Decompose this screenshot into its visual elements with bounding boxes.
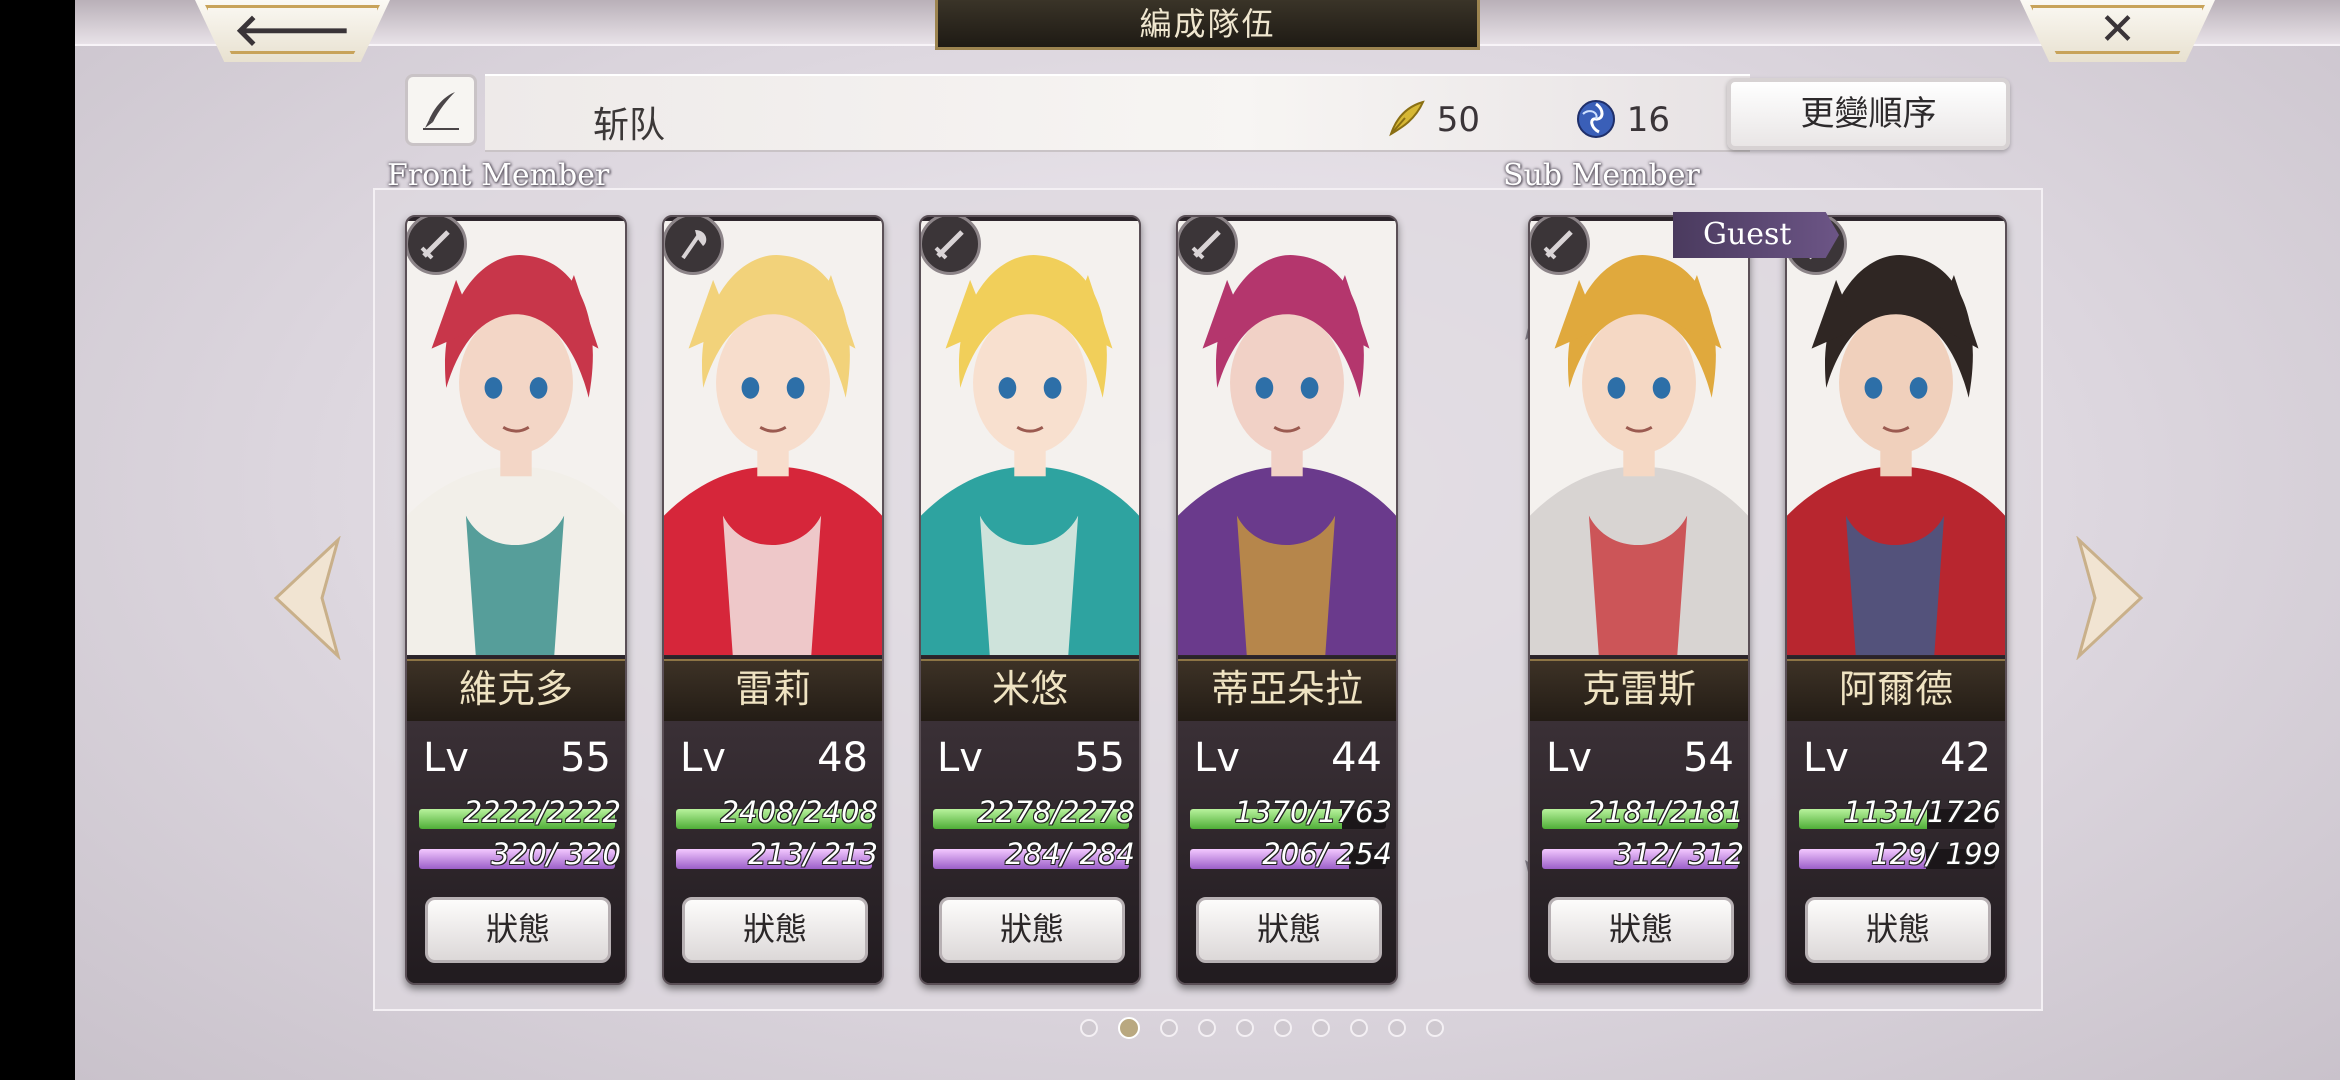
member-card[interactable]: 克雷斯 Lv 54 2181/2181 312/ 312 狀態	[1528, 215, 1750, 985]
member-stats: Lv 54 2181/2181 312/ 312 狀態	[1530, 721, 1748, 983]
level-value: 44	[1331, 735, 1382, 781]
level-value: 54	[1683, 735, 1734, 781]
hp-value: 2278/2278	[977, 795, 1135, 829]
feather-count: 50	[1436, 100, 1480, 140]
hp-value: 2408/2408	[720, 795, 878, 829]
level-label: Lv	[680, 735, 726, 781]
hp-value: 2222/2222	[463, 795, 621, 829]
level-label: Lv	[1546, 735, 1592, 781]
mp-value: 320/ 320	[491, 837, 621, 871]
status-button[interactable]: 狀態	[1548, 897, 1734, 963]
sword-icon	[1530, 217, 1590, 275]
member-name: 蒂亞朵拉	[1178, 659, 1396, 723]
member-stats: Lv 48 2408/2408 213/ 213 狀態	[664, 721, 882, 983]
status-button[interactable]: 狀態	[425, 897, 611, 963]
member-name: 維克多	[407, 659, 625, 723]
character-portrait	[1787, 220, 2005, 656]
page-dot[interactable]	[1274, 1019, 1292, 1037]
page-indicator	[1080, 1017, 1444, 1039]
level-label: Lv	[1194, 735, 1240, 781]
level-value: 55	[560, 735, 611, 781]
previous-page-arrow[interactable]	[272, 536, 342, 660]
member-stats: Lv 42 1131/1726 129/ 199 狀態	[1787, 721, 2005, 983]
member-name: 米悠	[921, 659, 1139, 723]
member-card[interactable]: 蒂亞朵拉 Lv 44 1370/1763 206/ 254 狀態	[1176, 215, 1398, 985]
member-name: 克雷斯	[1530, 659, 1748, 723]
status-button[interactable]: 狀態	[1805, 897, 1991, 963]
orb-count: 16	[1626, 100, 1670, 140]
level-label: Lv	[1803, 735, 1849, 781]
character-portrait	[1178, 220, 1396, 656]
level-label: Lv	[423, 735, 469, 781]
mp-value: 206/ 254	[1262, 837, 1392, 871]
mp-value: 129/ 199	[1871, 837, 2001, 871]
hp-value: 1370/1763	[1234, 795, 1392, 829]
status-button[interactable]: 狀態	[939, 897, 1125, 963]
quill-pen-icon	[423, 92, 459, 130]
page-dot[interactable]	[1236, 1019, 1254, 1037]
edit-party-name-button[interactable]	[405, 74, 477, 146]
next-page-arrow[interactable]	[2075, 536, 2145, 660]
status-button[interactable]: 狀態	[1196, 897, 1382, 963]
page-dot[interactable]	[1160, 1019, 1178, 1037]
mp-value: 213/ 213	[748, 837, 878, 871]
sword-icon	[407, 217, 467, 275]
page-dot[interactable]	[1350, 1019, 1368, 1037]
sword-icon	[921, 217, 981, 275]
mp-value: 284/ 284	[1005, 837, 1135, 871]
axe-icon	[664, 217, 724, 275]
change-order-button[interactable]: 更變順序	[1727, 78, 2010, 150]
mp-value: 312/ 312	[1614, 837, 1744, 871]
hp-value: 2181/2181	[1586, 795, 1744, 829]
level-label: Lv	[937, 735, 983, 781]
page-dot[interactable]	[1388, 1019, 1406, 1037]
page-dot-active[interactable]	[1118, 1017, 1140, 1039]
member-card[interactable]: 雷莉 Lv 48 2408/2408 213/ 213 狀態	[662, 215, 884, 985]
character-portrait	[1530, 220, 1748, 656]
party-name-bar: 斩队 50 16	[485, 74, 1750, 152]
hp-value: 1131/1726	[1843, 795, 2001, 829]
member-card[interactable]: 阿爾德 Lv 42 1131/1726 129/ 199 狀態	[1785, 215, 2007, 985]
member-stats: Lv 55 2222/2222 320/ 320 狀態	[407, 721, 625, 983]
party-name: 斩队	[593, 105, 666, 146]
page-dot[interactable]	[1426, 1019, 1444, 1037]
guest-badge: Guest	[1673, 212, 1839, 258]
member-name: 雷莉	[664, 659, 882, 723]
status-button[interactable]: 狀態	[682, 897, 868, 963]
character-portrait	[407, 220, 625, 656]
close-icon: ✕	[2099, 3, 2136, 55]
page-dot[interactable]	[1080, 1019, 1098, 1037]
member-stats: Lv 44 1370/1763 206/ 254 狀態	[1178, 721, 1396, 983]
member-name: 阿爾德	[1787, 659, 2005, 723]
level-value: 48	[817, 735, 868, 781]
sword-icon	[1178, 217, 1238, 275]
back-button[interactable]: 🡐	[195, 0, 390, 62]
member-card[interactable]: 維克多 Lv 55 2222/2222 320/ 320 狀態	[405, 215, 627, 985]
character-portrait	[664, 220, 882, 656]
page-dot[interactable]	[1312, 1019, 1330, 1037]
character-portrait	[921, 220, 1139, 656]
member-card[interactable]: 米悠 Lv 55 2278/2278 284/ 284 狀態	[919, 215, 1141, 985]
level-value: 55	[1074, 735, 1125, 781]
close-button[interactable]: ✕	[2020, 0, 2215, 62]
screen-title: 編成隊伍	[935, 0, 1480, 50]
level-value: 42	[1940, 735, 1991, 781]
left-arrow-icon: 🡐	[233, 5, 352, 56]
page-dot[interactable]	[1198, 1019, 1216, 1037]
party-screen: 🡐 ✕ 編成隊伍 斩队 50 16 更變順序 Front Member Sub …	[75, 0, 2340, 1080]
member-stats: Lv 55 2278/2278 284/ 284 狀態	[921, 721, 1139, 983]
